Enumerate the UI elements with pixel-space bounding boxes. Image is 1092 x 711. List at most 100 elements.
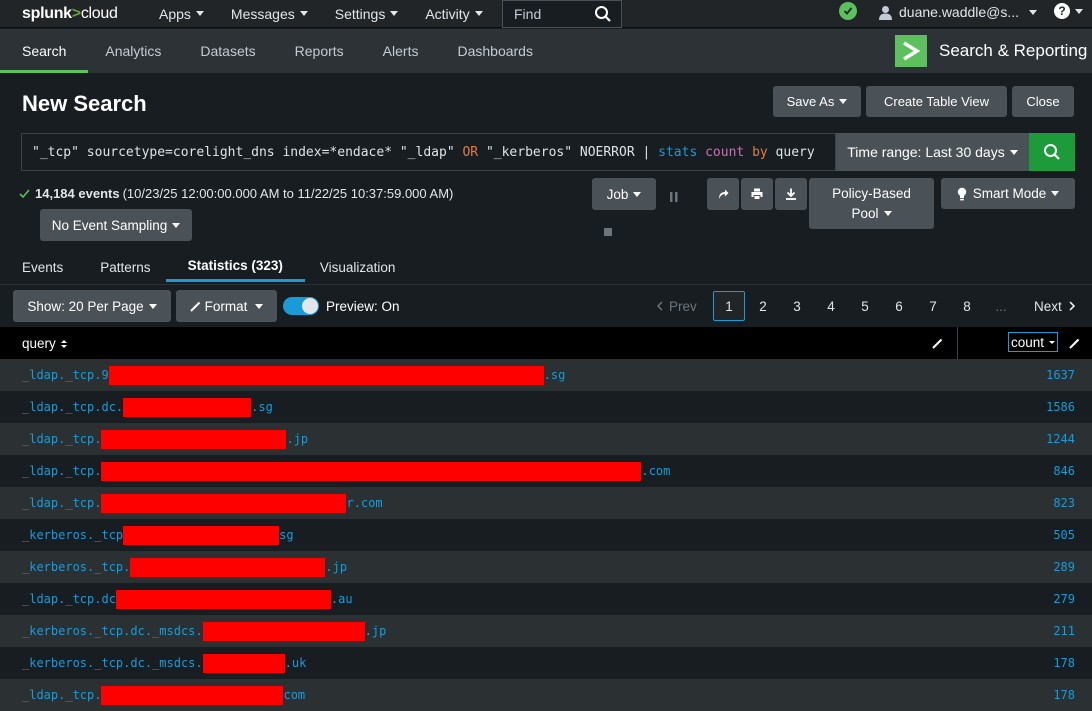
pause-icon[interactable]: [670, 189, 678, 207]
search-icon[interactable]: [594, 5, 612, 26]
logo-gt: >: [71, 4, 81, 22]
query-prefix: _kerberos._tcp: [22, 528, 124, 542]
query-suffix: .sg: [543, 368, 566, 382]
prev-page-button[interactable]: Prev: [656, 299, 712, 314]
count-cell[interactable]: 178: [1053, 647, 1075, 679]
tab-events[interactable]: Events: [0, 252, 85, 282]
format-dropdown[interactable]: Format: [176, 290, 277, 322]
splunk-cloud-logo[interactable]: splunk>cloud: [22, 5, 142, 23]
query-cell[interactable]: _ldap._tcp. com: [22, 679, 305, 711]
find-placeholder: Find: [514, 6, 542, 22]
count-cell[interactable]: 279: [1053, 583, 1075, 615]
tab-visualization[interactable]: Visualization: [298, 252, 418, 282]
export-button[interactable]: [775, 178, 807, 210]
chevron-down-icon: [839, 99, 848, 104]
menu-settings[interactable]: Settings: [335, 6, 399, 22]
chevron-down-icon: [883, 211, 892, 217]
event-sampling-dropdown[interactable]: No Event Sampling: [40, 209, 192, 241]
count-cell[interactable]: 211: [1053, 615, 1075, 647]
table-row: _ldap._tcp. .jp 1244: [0, 423, 1092, 455]
query-cell[interactable]: _kerberos._tcp. .jp: [22, 551, 347, 583]
query-cell[interactable]: _ldap._tcp.9 .sg: [22, 359, 565, 391]
search-mode-dropdown[interactable]: Smart Mode: [941, 178, 1075, 209]
count-cell[interactable]: 1637: [1046, 359, 1075, 391]
page-8[interactable]: 8: [950, 291, 984, 321]
query-cell[interactable]: _ldap._tcp.dc .au: [22, 583, 353, 615]
job-menu-button[interactable]: Job: [592, 178, 656, 210]
query-cell[interactable]: _ldap._tcp.dc. .sg: [22, 391, 273, 423]
tab-dashboards[interactable]: Dashboards: [435, 29, 555, 73]
query-prefix: _ldap._tcp.9: [22, 368, 109, 382]
query-cell[interactable]: _kerberos._tcp.dc._msdcs. .jp: [22, 615, 386, 647]
column-header-count[interactable]: count: [1008, 332, 1058, 352]
menu-activity[interactable]: Activity: [425, 6, 483, 22]
table-row: _ldap._tcp.9 .sg 1637: [0, 359, 1092, 391]
page-1[interactable]: 1: [713, 291, 745, 321]
tab-patterns[interactable]: Patterns: [78, 252, 172, 282]
pencil-icon: [189, 301, 200, 312]
page-7[interactable]: 7: [916, 291, 950, 321]
search-mode-label: Smart Mode: [972, 186, 1047, 201]
user-menu[interactable]: duane.waddle@s...: [878, 0, 1038, 24]
menu-apps[interactable]: Apps: [159, 6, 204, 22]
preview-toggle[interactable]: [283, 297, 319, 315]
sort-desc-icon: [1049, 341, 1056, 344]
close-button[interactable]: Close: [1012, 86, 1074, 117]
tab-reports[interactable]: Reports: [273, 29, 366, 73]
count-cell[interactable]: 289: [1053, 551, 1075, 583]
column-header-query[interactable]: query: [22, 336, 68, 351]
tab-reports-label: Reports: [294, 43, 344, 59]
page-6[interactable]: 6: [882, 291, 916, 321]
count-cell[interactable]: 1244: [1046, 423, 1075, 455]
tab-alerts[interactable]: Alerts: [361, 29, 441, 73]
count-cell[interactable]: 823: [1053, 487, 1075, 519]
print-icon: [751, 188, 763, 200]
help-menu[interactable]: ?: [1054, 3, 1083, 19]
query-cell[interactable]: _kerberos._tcp sg: [22, 519, 294, 551]
query-cell[interactable]: _ldap._tcp. r.com: [22, 487, 383, 519]
query-cell[interactable]: _ldap._tcp. .com: [22, 455, 670, 487]
count-cell[interactable]: 1586: [1046, 391, 1075, 423]
print-button[interactable]: [741, 178, 773, 210]
query-suffix: .au: [330, 592, 353, 606]
find-input[interactable]: Find: [502, 0, 622, 28]
count-cell[interactable]: 846: [1053, 455, 1075, 487]
pencil-icon[interactable]: [932, 336, 943, 354]
share-button[interactable]: [707, 178, 739, 210]
query-cell[interactable]: _kerberos._tcp.dc._msdcs. .uk: [22, 647, 306, 679]
column-query-label: query: [22, 336, 56, 351]
tab-datasets[interactable]: Datasets: [178, 29, 277, 73]
next-page-button[interactable]: Next: [1034, 299, 1076, 314]
query-suffix: .jp: [286, 432, 309, 446]
page-5[interactable]: 5: [848, 291, 882, 321]
tab-search[interactable]: Search: [0, 29, 89, 73]
health-status-icon[interactable]: [839, 2, 857, 20]
page-4[interactable]: 4: [814, 291, 848, 321]
tab-analytics[interactable]: Analytics: [83, 29, 183, 73]
table-row: _ldap._tcp.dc. .sg 1586: [0, 391, 1092, 423]
page-3[interactable]: 3: [780, 291, 814, 321]
count-cell[interactable]: 505: [1053, 519, 1075, 551]
query-function: count: [705, 144, 745, 160]
save-as-button[interactable]: Save As: [773, 86, 861, 117]
run-search-button[interactable]: [1029, 133, 1075, 171]
per-page-dropdown[interactable]: Show: 20 Per Page: [13, 290, 171, 322]
query-text: "_kerberos" NOERROR |: [478, 144, 659, 160]
menu-messages[interactable]: Messages: [231, 6, 308, 22]
query-prefix: _ldap._tcp.dc: [22, 592, 116, 606]
app-title[interactable]: Search & Reporting: [895, 35, 1087, 67]
query-cell[interactable]: _ldap._tcp. .jp: [22, 423, 308, 455]
chevron-down-icon: [1029, 9, 1038, 15]
save-as-label: Save As: [786, 94, 835, 109]
table-row: _ldap._tcp. r.com 823: [0, 487, 1092, 519]
search-input[interactable]: "_tcp" sourcetype=corelight_dns index=*e…: [21, 133, 836, 171]
query-text: "_tcp" sourcetype=corelight_dns index=*e…: [32, 144, 463, 160]
policy-based-pool-dropdown[interactable]: Policy-Based Pool: [809, 178, 934, 229]
stop-icon[interactable]: [604, 223, 612, 241]
pencil-icon[interactable]: [1069, 336, 1080, 354]
time-range-picker[interactable]: Time range: Last 30 days: [836, 133, 1029, 171]
page-2[interactable]: 2: [746, 291, 780, 321]
create-table-view-button[interactable]: Create Table View: [866, 86, 1007, 117]
tab-statistics[interactable]: Statistics (323): [165, 252, 305, 282]
count-cell[interactable]: 178: [1053, 679, 1075, 711]
